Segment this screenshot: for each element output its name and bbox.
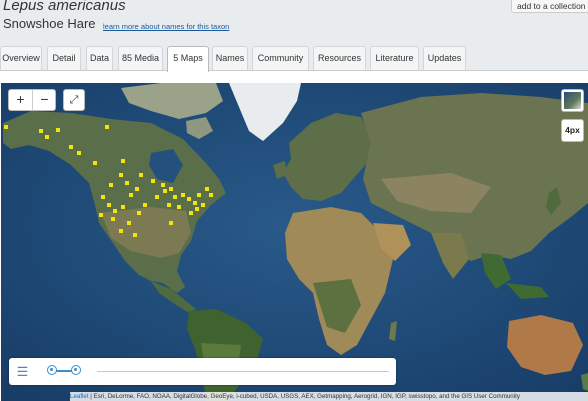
occurrence-marker[interactable] <box>39 129 43 133</box>
occurrence-marker[interactable] <box>193 201 197 205</box>
occurrence-marker[interactable] <box>105 125 109 129</box>
occurrence-marker[interactable] <box>93 161 97 165</box>
tab-names[interactable]: Names <box>212 46 248 70</box>
point-size-button[interactable]: 4px <box>561 119 584 142</box>
occurrence-marker[interactable] <box>127 221 131 225</box>
tab-updates[interactable]: Updates <box>423 46 466 70</box>
occurrence-marker[interactable] <box>143 203 147 207</box>
occurrence-marker[interactable] <box>125 181 129 185</box>
tab-detail[interactable]: Detail <box>47 46 81 70</box>
occurrence-marker[interactable] <box>137 211 141 215</box>
occurrence-marker[interactable] <box>111 217 115 221</box>
common-name: Snowshoe Hare <box>3 16 96 31</box>
tab-overview[interactable]: Overview <box>0 46 42 70</box>
occurrence-marker[interactable] <box>155 195 159 199</box>
taxon-header: Lepus americanus Snowshoe Hare learn mor… <box>0 0 588 44</box>
occurrence-marker[interactable] <box>119 173 123 177</box>
occurrence-marker[interactable] <box>107 203 111 207</box>
time-slider-track[interactable] <box>97 371 389 372</box>
tab-literature[interactable]: Literature <box>370 46 419 70</box>
occurrence-marker[interactable] <box>56 128 60 132</box>
satellite-layer-icon[interactable] <box>561 89 584 112</box>
occurrence-marker[interactable] <box>99 213 103 217</box>
occurrence-marker[interactable] <box>151 179 155 183</box>
occurrence-marker[interactable] <box>101 195 105 199</box>
occurrence-marker[interactable] <box>45 135 49 139</box>
occurrence-marker[interactable] <box>187 197 191 201</box>
occurrence-marker[interactable] <box>205 187 209 191</box>
occurrence-marker[interactable] <box>135 187 139 191</box>
occurrence-marker[interactable] <box>163 189 167 193</box>
range-handle-end[interactable] <box>71 365 81 375</box>
occurrence-marker[interactable] <box>161 183 165 187</box>
occurrence-marker[interactable] <box>133 233 137 237</box>
occurrence-marker[interactable] <box>167 203 171 207</box>
tab-maps[interactable]: 5 Maps <box>167 46 209 72</box>
names-link[interactable]: learn more about names for this taxon <box>103 22 229 31</box>
occurrence-marker[interactable] <box>177 205 181 209</box>
tab-community[interactable]: Community <box>252 46 309 70</box>
occurrence-marker[interactable] <box>173 195 177 199</box>
attribution-text: | Esri, DeLorme, FAO, NOAA, DigitalGlobe… <box>88 393 520 400</box>
occurrence-marker[interactable] <box>169 187 173 191</box>
occurrence-marker[interactable] <box>109 183 113 187</box>
zoom-control: + − <box>8 89 56 111</box>
occurrence-marker[interactable] <box>129 193 133 197</box>
menu-icon[interactable]: ☰ <box>14 363 31 380</box>
leaflet-link[interactable]: Leaflet <box>70 393 89 400</box>
time-slider-panel: ☰ <box>9 358 396 385</box>
tab-bar: Overview Detail Data 85 Media 5 Maps Nam… <box>0 44 588 72</box>
occurrence-marker[interactable] <box>169 221 173 225</box>
occurrence-marker[interactable] <box>195 207 199 211</box>
zoom-in-button[interactable]: + <box>9 90 33 110</box>
tab-media[interactable]: 85 Media <box>118 46 163 70</box>
expand-icon[interactable]: ⤢ <box>63 89 85 111</box>
occurrence-marker[interactable] <box>181 193 185 197</box>
occurrence-marker[interactable] <box>121 205 125 209</box>
add-to-collection-button[interactable]: add to a collection <box>511 0 588 13</box>
scientific-name: Lepus americanus <box>3 0 126 14</box>
occurrence-marker[interactable] <box>113 209 117 213</box>
zoom-out-button[interactable]: − <box>33 90 56 110</box>
occurrence-marker[interactable] <box>119 229 123 233</box>
occurrence-marker[interactable] <box>69 145 73 149</box>
occurrence-marker[interactable] <box>4 125 8 129</box>
tab-data[interactable]: Data <box>86 46 113 70</box>
occurrence-map[interactable] <box>1 83 588 401</box>
occurrence-marker[interactable] <box>209 193 213 197</box>
occurrence-marker[interactable] <box>189 211 193 215</box>
range-selector[interactable] <box>47 365 81 377</box>
world-map-layer <box>1 83 588 401</box>
occurrence-marker[interactable] <box>77 151 81 155</box>
range-handle-start[interactable] <box>47 365 57 375</box>
tab-resources[interactable]: Resources <box>313 46 366 70</box>
occurrence-marker[interactable] <box>201 203 205 207</box>
occurrence-marker[interactable] <box>197 193 201 197</box>
occurrence-marker[interactable] <box>139 173 143 177</box>
map-attribution: Leaflet | Esri, DeLorme, FAO, NOAA, Digi… <box>70 392 588 401</box>
occurrence-marker[interactable] <box>121 159 125 163</box>
